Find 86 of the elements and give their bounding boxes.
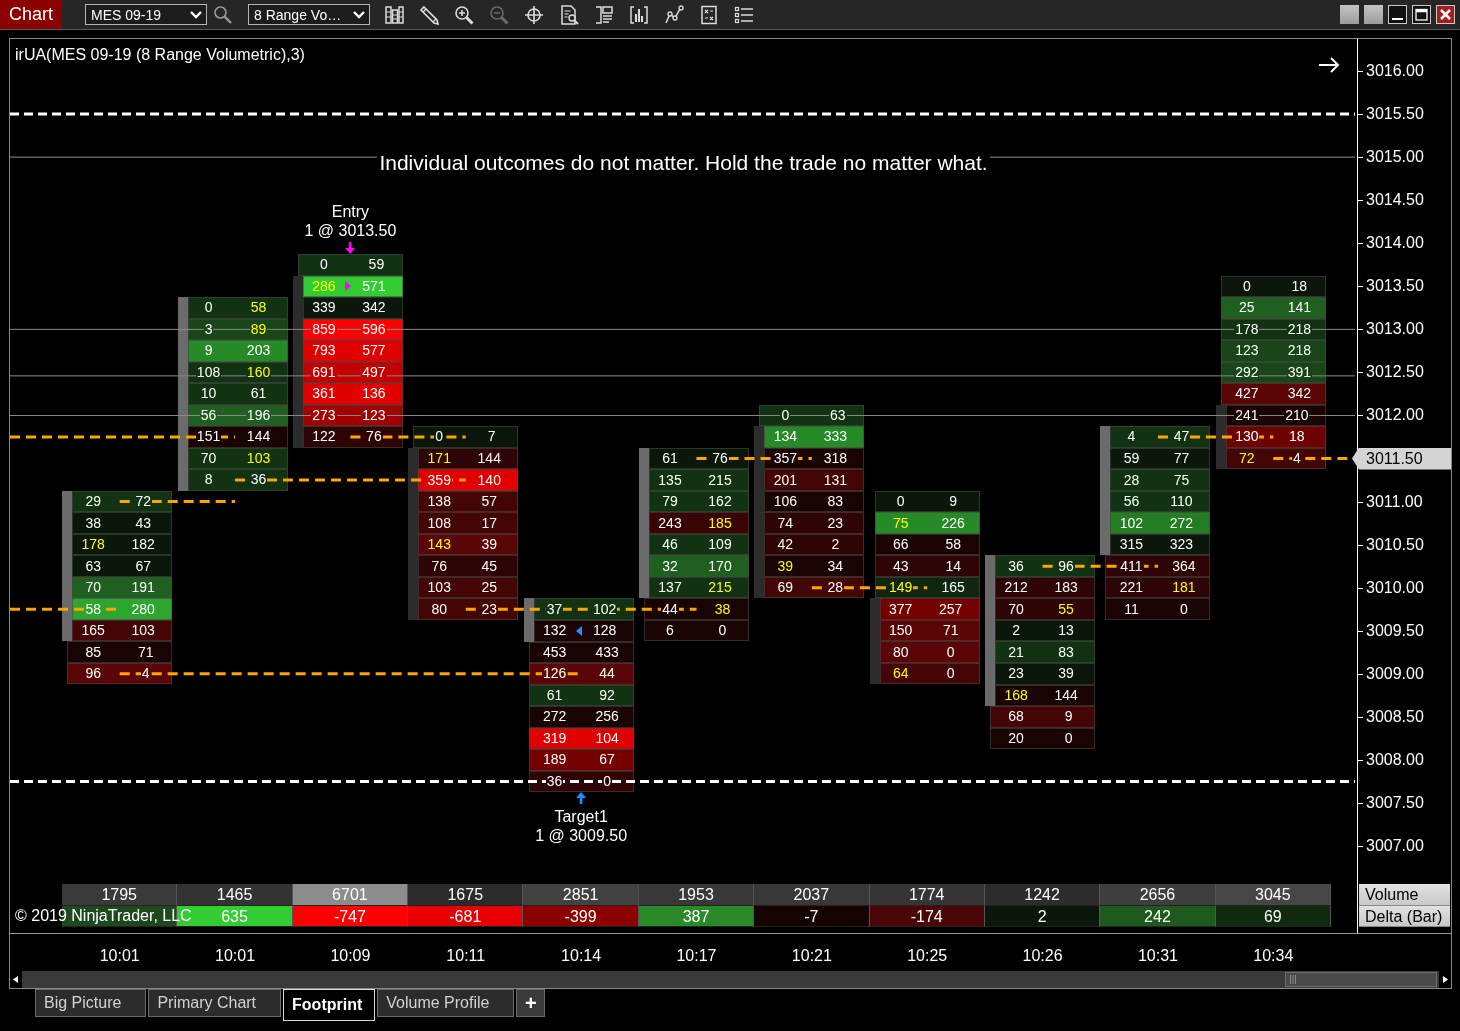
document-search-icon[interactable]: [559, 4, 579, 25]
volume-cell: 1795: [62, 884, 178, 906]
price-label: 3007.00: [1366, 836, 1424, 857]
price-label: 3010.50: [1366, 534, 1424, 555]
price-label: 3012.00: [1366, 405, 1424, 426]
row-label: Volume: [1359, 884, 1450, 906]
chart-tab[interactable]: Big Picture: [35, 989, 147, 1017]
price-label: 3013.00: [1366, 319, 1424, 340]
delta-cell: -399: [523, 905, 639, 927]
order-label: Target1: [554, 807, 608, 827]
right-arrow-icon[interactable]: [1318, 57, 1340, 73]
volume-cell: 1675: [408, 884, 524, 906]
price-label: 3009.00: [1366, 663, 1424, 684]
delta-cell: -7: [754, 905, 870, 927]
window-title: Chart: [0, 0, 62, 29]
time-label: 10:26: [1022, 946, 1063, 966]
volume-cell: 3045: [1215, 884, 1331, 906]
current-price-marker: 3011.50: [1352, 447, 1451, 470]
price-label: 3008.00: [1366, 749, 1424, 770]
chart-tab[interactable]: Primary Chart: [148, 989, 282, 1017]
time-label: 10:21: [791, 946, 832, 966]
list-icon[interactable]: [734, 4, 754, 25]
price-label: 3015.50: [1366, 104, 1424, 125]
zoom-in-icon[interactable]: [454, 4, 474, 25]
price-label: 3010.00: [1366, 577, 1424, 598]
time-label: 10:14: [561, 946, 602, 966]
price-label: 3009.50: [1366, 620, 1424, 641]
price-label: 3016.00: [1366, 61, 1424, 81]
scroll-right-icon[interactable]: [1439, 971, 1451, 988]
time-label: 10:31: [1137, 946, 1178, 966]
price-label: 3014.50: [1366, 190, 1424, 211]
close-button[interactable]: [1436, 5, 1455, 24]
instrument-dropdown[interactable]: MES 09-19: [85, 4, 207, 25]
price-label: 3013.50: [1366, 276, 1424, 297]
horizontal-scrollbar[interactable]: [10, 971, 1451, 988]
time-label: 10:34: [1253, 946, 1294, 966]
price-label: 3011.00: [1366, 491, 1423, 512]
chevron-down-icon: [353, 10, 365, 19]
volume-cell: 1465: [177, 884, 293, 906]
pencil-icon[interactable]: [419, 4, 439, 25]
close-icon: [1439, 8, 1452, 21]
row-label: Delta (Bar): [1359, 905, 1450, 927]
chart-tab[interactable]: Volume Profile: [377, 989, 515, 1017]
time-label: 10:09: [330, 946, 371, 966]
chart-tab[interactable]: Footprint: [283, 989, 376, 1021]
time-label: 10:11: [446, 946, 486, 966]
time-label: 10:01: [99, 946, 140, 966]
price-label: 3008.50: [1366, 706, 1424, 727]
columns-icon[interactable]: [384, 4, 404, 25]
volume-cell: 1774: [869, 884, 985, 906]
crosshair-icon[interactable]: [524, 4, 544, 25]
search-icon[interactable]: [213, 5, 232, 24]
volume-cell: 1242: [984, 884, 1101, 906]
grip-icon: [1290, 975, 1296, 984]
delta-cell: -681: [408, 905, 524, 927]
line-chart-icon[interactable]: [664, 4, 684, 25]
minimize-icon: [1392, 18, 1403, 20]
scrollbar-thumb[interactable]: [1285, 972, 1437, 987]
add-tab-button[interactable]: +: [516, 989, 546, 1017]
chevron-down-icon: [190, 10, 202, 19]
time-label: 10:01: [215, 946, 256, 966]
volume-cell: 6701: [292, 884, 409, 906]
time-label: 10:17: [676, 946, 717, 966]
scroll-left-icon[interactable]: [10, 971, 22, 988]
volume-cell: 2656: [1100, 884, 1216, 906]
time-label: 10:25: [907, 946, 948, 966]
bar-chart-icon[interactable]: [629, 4, 649, 25]
layout-icon[interactable]: [594, 4, 614, 25]
price-label: 3015.00: [1366, 147, 1424, 168]
order-detail: 1 @ 3009.50: [535, 826, 628, 846]
chart-title: irUA(MES 09-19 (8 Range Volumetric),3): [15, 45, 305, 64]
bar-type-dropdown[interactable]: 8 Range Vo…: [248, 4, 370, 25]
price-label: 3012.50: [1366, 362, 1424, 383]
minimize-button[interactable]: [1388, 5, 1407, 24]
document-icon[interactable]: [699, 4, 719, 25]
volume-cell: 1953: [638, 884, 755, 906]
maximize-button[interactable]: [1412, 5, 1431, 24]
order-detail: 1 @ 3013.50: [304, 221, 397, 240]
volume-cell: 2037: [754, 884, 870, 906]
volume-cell: 2851: [523, 884, 639, 906]
delta-cell: 242: [1100, 905, 1216, 927]
order-label: Entry: [331, 202, 370, 221]
price-label: 3014.00: [1366, 233, 1424, 254]
copyright-text: © 2019 NinjaTrader, LLC: [15, 906, 192, 926]
price-label: 3007.50: [1366, 793, 1424, 813]
maximize-icon: [1415, 8, 1428, 21]
